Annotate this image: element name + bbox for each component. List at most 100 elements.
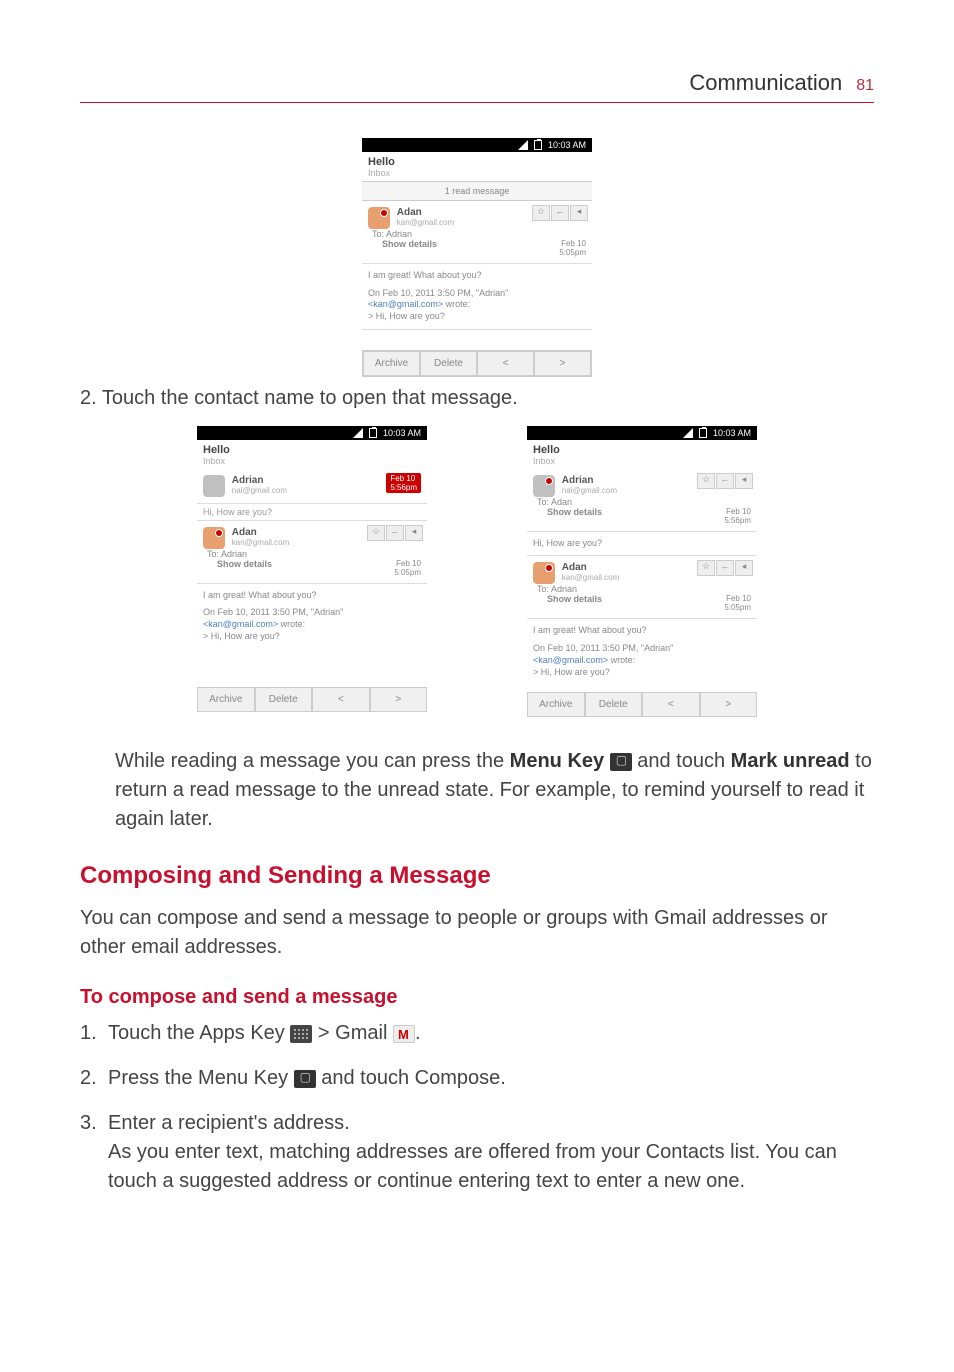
sender-name: Adrian [562,475,594,486]
message-action-bar: Archive Delete < > [527,692,757,717]
step-2: 2. Press the Menu Key and touch Compose. [80,1064,874,1093]
sender-email: nal@gmail.com [562,486,617,495]
reply-icon[interactable]: ← [716,473,734,489]
inbox-label: Inbox [362,168,592,181]
show-details[interactable]: Show details [537,594,602,612]
presence-icon [215,529,223,537]
message-body: I am great! What about you? On Feb 10, 2… [197,584,427,649]
avatar [368,207,390,229]
msg-time: 5:05pm [559,248,586,257]
reply-icon[interactable]: ← [551,205,569,221]
comparison-screenshots: 10:03 AM Hello Inbox Adrian nal@gmail.co… [80,426,874,717]
thread-title: Hello [362,152,592,168]
signal-icon [518,140,528,150]
reply-icon[interactable]: ← [386,525,404,541]
battery-icon [699,428,707,438]
sender-name: Adan [232,527,257,538]
star-icon[interactable]: ☆ [697,560,715,576]
to-line: To: Adrian [537,584,577,594]
next-button[interactable]: > [370,687,428,712]
body-email-link[interactable]: <kan@gmail.com> [203,619,278,629]
menu-key-label: Menu Key [198,1067,288,1089]
sender-name: Adan [562,562,587,573]
show-details[interactable]: Show details [207,559,272,577]
archive-button[interactable]: Archive [197,687,255,712]
heading-to-compose: To compose and send a message [80,986,874,1009]
sender-name: Adrian [232,475,264,486]
delete-button[interactable]: Delete [585,692,643,717]
message-header[interactable]: Adan kan@gmail.com ☆ ← ◂ To: Adrian Show… [362,201,592,264]
step-3: 3. Enter a recipient's address. As you e… [80,1109,874,1196]
page-number: 81 [856,77,874,95]
battery-icon [369,428,377,438]
list-item[interactable]: Adrian nal@gmail.com Feb 105:56pm [197,469,427,504]
avatar [203,527,225,549]
to-line: To: Adrian [372,229,412,239]
screenshot-thread-expanded: 10:03 AM Hello Inbox Adrian nal@gmail.co… [527,426,757,717]
thread-title: Hello [527,440,757,456]
avatar [533,562,555,584]
sender-email: nal@gmail.com [232,486,287,495]
menu-key-label: Menu Key [510,750,604,772]
to-line: To: Adan [537,497,572,507]
inbox-label: Inbox [527,456,757,469]
status-bar: 10:03 AM [197,426,427,440]
message-action-bar: Archive Delete < > [362,350,592,377]
prev-button[interactable]: < [477,351,534,376]
body-email-link[interactable]: <kan@gmail.com> [368,299,443,309]
more-icon[interactable]: ◂ [735,473,753,489]
page-header: Communication 81 [80,70,874,103]
show-details[interactable]: Show details [372,239,437,257]
archive-button[interactable]: Archive [527,692,585,717]
star-icon[interactable]: ☆ [532,205,550,221]
sender-name: Adan [397,207,422,218]
delete-button[interactable]: Delete [255,687,313,712]
section-title: Communication [689,70,842,96]
reply-icon[interactable]: ← [716,560,734,576]
list-item[interactable]: Adan kan@gmail.com ☆ ← ◂ To: Adrian Show… [197,520,427,584]
status-bar: 10:03 AM [527,426,757,440]
status-time: 10:03 AM [713,428,751,438]
show-details[interactable]: Show details [537,507,602,525]
compose-label: Compose [415,1067,501,1089]
reply-buttons: ☆ ← ◂ [532,205,588,221]
more-icon[interactable]: ◂ [570,205,588,221]
presence-icon [380,209,388,217]
sender-email: kan@gmail.com [232,538,289,547]
prev-button[interactable]: < [312,687,370,712]
star-icon[interactable]: ☆ [367,525,385,541]
body-line-1: I am great! What about you? [368,270,586,282]
star-icon[interactable]: ☆ [697,473,715,489]
signal-icon [683,428,693,438]
menu-key-icon [294,1070,316,1088]
thread-title: Hello [197,440,427,456]
list-item[interactable]: Adan kan@gmail.com ☆ ← ◂ To: Adrian Show… [527,556,757,619]
avatar [203,475,225,497]
next-button[interactable]: > [700,692,758,717]
read-message-tab[interactable]: 1 read message [362,181,592,201]
thread-preview: Hi, How are you? [197,504,427,520]
more-icon[interactable]: ◂ [405,525,423,541]
body-email-link[interactable]: <kan@gmail.com> [533,655,608,665]
apps-key-label: Apps Key [199,1022,285,1044]
more-icon[interactable]: ◂ [735,560,753,576]
next-button[interactable]: > [534,351,591,376]
screenshot-thread-collapsed: 10:03 AM Hello Inbox Adrian nal@gmail.co… [197,426,427,717]
archive-button[interactable]: Archive [363,351,420,376]
status-time: 10:03 AM [548,140,586,150]
battery-icon [534,140,542,150]
list-item[interactable]: Adrian nal@gmail.com ☆ ← ◂ To: Adan Show… [527,469,757,532]
body-quote-header: On Feb 10, 2011 3:50 PM, "Adrian" [368,288,508,298]
apps-key-icon [290,1025,312,1043]
status-time: 10:03 AM [383,428,421,438]
avatar [533,475,555,497]
gmail-icon [393,1025,415,1043]
paragraph-mark-unread: While reading a message you can press th… [115,747,874,834]
heading-composing: Composing and Sending a Message [80,862,874,890]
unread-date-badge: Feb 105:56pm [386,473,421,493]
prev-button[interactable]: < [642,692,700,717]
message-action-bar: Archive Delete < > [197,687,427,712]
compose-steps-list: 1. Touch the Apps Key > Gmail . 2. Press… [80,1019,874,1196]
delete-button[interactable]: Delete [420,351,477,376]
reply-buttons: ☆ ← ◂ [367,525,423,541]
